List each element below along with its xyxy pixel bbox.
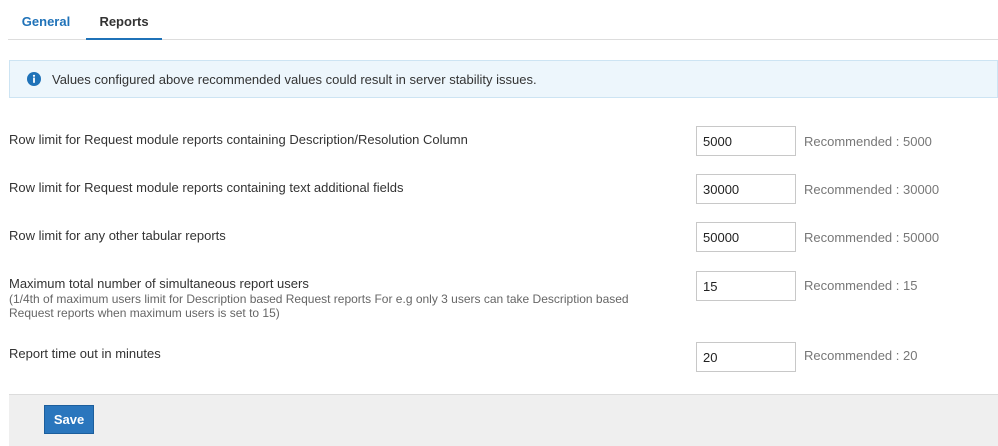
recommended-value: Recommended : 5000 <box>804 134 932 149</box>
info-banner: Values configured above recommended valu… <box>9 60 998 98</box>
recommended-value: Recommended : 30000 <box>804 182 940 197</box>
info-message: Values configured above recommended valu… <box>52 72 537 87</box>
save-button[interactable]: Save <box>44 405 94 434</box>
setting-label: Row limit for Request module reports con… <box>9 180 404 195</box>
tab-reports[interactable]: Reports <box>86 0 162 40</box>
description-row-limit-input[interactable] <box>696 126 796 156</box>
tabular-row-limit-input[interactable] <box>696 222 796 252</box>
setting-label: Row limit for Request module reports con… <box>9 132 468 147</box>
setting-label: Report time out in minutes <box>9 346 161 361</box>
recommended-value: Recommended : 50000 <box>804 230 940 245</box>
additional-fields-row-limit-input[interactable] <box>696 174 796 204</box>
setting-sublabel: (1/4th of maximum users limit for Descri… <box>9 292 629 320</box>
tab-bar: General Reports <box>8 0 998 40</box>
setting-label: Maximum total number of simultaneous rep… <box>9 276 309 291</box>
info-icon <box>27 72 41 86</box>
recommended-value: Recommended : 15 <box>804 278 918 293</box>
recommended-value: Recommended : 20 <box>804 348 918 363</box>
setting-label: Row limit for any other tabular reports <box>9 228 226 243</box>
report-timeout-input[interactable] <box>696 342 796 372</box>
form-footer: Save <box>9 394 998 446</box>
simultaneous-users-input[interactable] <box>696 271 796 301</box>
tab-general[interactable]: General <box>8 0 84 40</box>
